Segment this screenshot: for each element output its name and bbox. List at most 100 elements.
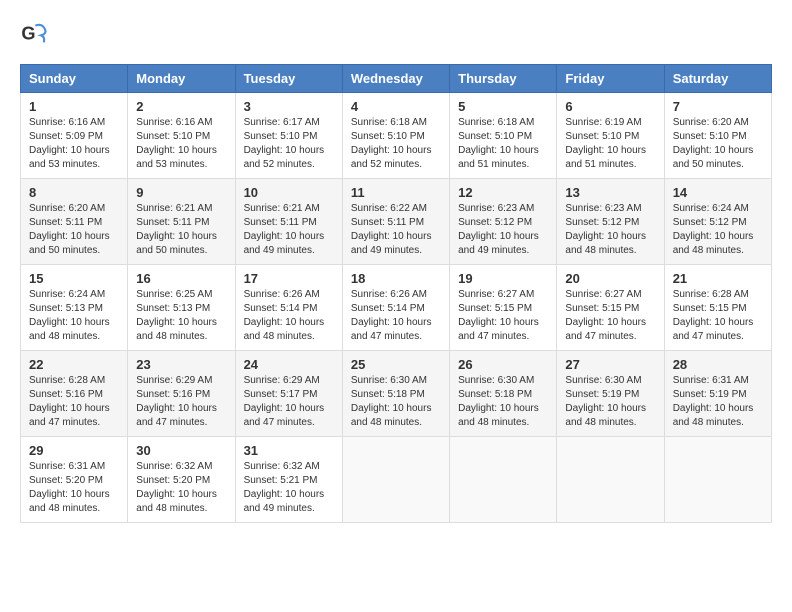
day-info: Sunrise: 6:25 AMSunset: 5:13 PMDaylight:… xyxy=(136,288,226,344)
day-info: Sunrise: 6:27 AMSunset: 5:15 PMDaylight:… xyxy=(458,288,548,344)
day-info: Sunrise: 6:21 AMSunset: 5:11 PMDaylight:… xyxy=(244,202,334,258)
day-number: 29 xyxy=(29,443,119,458)
week-row-4: 22 Sunrise: 6:28 AMSunset: 5:16 PMDayligh… xyxy=(21,351,772,437)
day-info: Sunrise: 6:32 AMSunset: 5:21 PMDaylight:… xyxy=(244,460,334,516)
day-info: Sunrise: 6:22 AMSunset: 5:11 PMDaylight:… xyxy=(351,202,441,258)
day-number: 12 xyxy=(458,185,548,200)
day-info: Sunrise: 6:16 AMSunset: 5:10 PMDaylight:… xyxy=(136,116,226,172)
calendar-cell: 10 Sunrise: 6:21 AMSunset: 5:11 PMDayligh… xyxy=(235,179,342,265)
day-number: 13 xyxy=(565,185,655,200)
day-number: 22 xyxy=(29,357,119,372)
day-number: 15 xyxy=(29,271,119,286)
day-info: Sunrise: 6:26 AMSunset: 5:14 PMDaylight:… xyxy=(244,288,334,344)
weekday-header-friday: Friday xyxy=(557,65,664,93)
weekday-header-tuesday: Tuesday xyxy=(235,65,342,93)
calendar-cell: 28 Sunrise: 6:31 AMSunset: 5:19 PMDayligh… xyxy=(664,351,771,437)
day-info: Sunrise: 6:27 AMSunset: 5:15 PMDaylight:… xyxy=(565,288,655,344)
day-info: Sunrise: 6:19 AMSunset: 5:10 PMDaylight:… xyxy=(565,116,655,172)
day-number: 19 xyxy=(458,271,548,286)
calendar-cell: 19 Sunrise: 6:27 AMSunset: 5:15 PMDayligh… xyxy=(450,265,557,351)
day-info: Sunrise: 6:29 AMSunset: 5:16 PMDaylight:… xyxy=(136,374,226,430)
calendar-cell: 25 Sunrise: 6:30 AMSunset: 5:18 PMDayligh… xyxy=(342,351,449,437)
day-info: Sunrise: 6:20 AMSunset: 5:10 PMDaylight:… xyxy=(673,116,763,172)
day-number: 4 xyxy=(351,99,441,114)
week-row-5: 29 Sunrise: 6:31 AMSunset: 5:20 PMDayligh… xyxy=(21,437,772,523)
page-header: G xyxy=(20,20,772,48)
calendar-cell: 7 Sunrise: 6:20 AMSunset: 5:10 PMDaylight… xyxy=(664,93,771,179)
calendar-cell: 6 Sunrise: 6:19 AMSunset: 5:10 PMDaylight… xyxy=(557,93,664,179)
day-info: Sunrise: 6:16 AMSunset: 5:09 PMDaylight:… xyxy=(29,116,119,172)
calendar-cell: 24Sunrise: 6:29 AMSunset: 5:17 PMDayligh… xyxy=(235,351,342,437)
day-number: 8 xyxy=(29,185,119,200)
calendar-cell: 22 Sunrise: 6:28 AMSunset: 5:16 PMDayligh… xyxy=(21,351,128,437)
calendar-table: SundayMondayTuesdayWednesdayThursdayFrid… xyxy=(20,64,772,523)
calendar-cell: 30Sunrise: 6:32 AMSunset: 5:20 PMDayligh… xyxy=(128,437,235,523)
day-info: Sunrise: 6:31 AMSunset: 5:19 PMDaylight:… xyxy=(673,374,763,430)
day-info: Sunrise: 6:29 AMSunset: 5:17 PMDaylight:… xyxy=(244,374,334,430)
day-number: 9 xyxy=(136,185,226,200)
calendar-cell: 31 Sunrise: 6:32 AMSunset: 5:21 PMDayligh… xyxy=(235,437,342,523)
calendar-cell: 11 Sunrise: 6:22 AMSunset: 5:11 PMDayligh… xyxy=(342,179,449,265)
day-number: 31 xyxy=(244,443,334,458)
week-row-3: 15 Sunrise: 6:24 AMSunset: 5:13 PMDayligh… xyxy=(21,265,772,351)
calendar-cell: 13 Sunrise: 6:23 AMSunset: 5:12 PMDayligh… xyxy=(557,179,664,265)
day-info: Sunrise: 6:17 AMSunset: 5:10 PMDaylight:… xyxy=(244,116,334,172)
logo: G xyxy=(20,20,52,48)
weekday-header-wednesday: Wednesday xyxy=(342,65,449,93)
calendar-cell: 17 Sunrise: 6:26 AMSunset: 5:14 PMDayligh… xyxy=(235,265,342,351)
weekday-header-saturday: Saturday xyxy=(664,65,771,93)
day-number: 16 xyxy=(136,271,226,286)
calendar-cell: 14 Sunrise: 6:24 AMSunset: 5:12 PMDayligh… xyxy=(664,179,771,265)
day-number: 1 xyxy=(29,99,119,114)
day-number: 30 xyxy=(136,443,226,458)
calendar-cell: 27Sunrise: 6:30 AMSunset: 5:19 PMDayligh… xyxy=(557,351,664,437)
day-info: Sunrise: 6:28 AMSunset: 5:16 PMDaylight:… xyxy=(29,374,119,430)
calendar-cell: 1 Sunrise: 6:16 AMSunset: 5:09 PMDaylight… xyxy=(21,93,128,179)
day-number: 20 xyxy=(565,271,655,286)
week-row-2: 8Sunrise: 6:20 AMSunset: 5:11 PMDaylight… xyxy=(21,179,772,265)
day-number: 25 xyxy=(351,357,441,372)
calendar-cell: 3 Sunrise: 6:17 AMSunset: 5:10 PMDaylight… xyxy=(235,93,342,179)
day-number: 23 xyxy=(136,357,226,372)
day-info: Sunrise: 6:30 AMSunset: 5:19 PMDaylight:… xyxy=(565,374,655,430)
day-info: Sunrise: 6:23 AMSunset: 5:12 PMDaylight:… xyxy=(458,202,548,258)
calendar-cell: 23 Sunrise: 6:29 AMSunset: 5:16 PMDayligh… xyxy=(128,351,235,437)
svg-text:G: G xyxy=(21,24,35,44)
day-info: Sunrise: 6:18 AMSunset: 5:10 PMDaylight:… xyxy=(351,116,441,172)
day-number: 28 xyxy=(673,357,763,372)
day-info: Sunrise: 6:26 AMSunset: 5:14 PMDaylight:… xyxy=(351,288,441,344)
calendar-cell: 18 Sunrise: 6:26 AMSunset: 5:14 PMDayligh… xyxy=(342,265,449,351)
calendar-cell xyxy=(664,437,771,523)
weekday-header-sunday: Sunday xyxy=(21,65,128,93)
day-number: 11 xyxy=(351,185,441,200)
calendar-cell: 12 Sunrise: 6:23 AMSunset: 5:12 PMDayligh… xyxy=(450,179,557,265)
calendar-cell: 4 Sunrise: 6:18 AMSunset: 5:10 PMDaylight… xyxy=(342,93,449,179)
day-info: Sunrise: 6:24 AMSunset: 5:13 PMDaylight:… xyxy=(29,288,119,344)
week-row-1: 1 Sunrise: 6:16 AMSunset: 5:09 PMDaylight… xyxy=(21,93,772,179)
weekday-header-monday: Monday xyxy=(128,65,235,93)
day-number: 17 xyxy=(244,271,334,286)
calendar-cell: 29 Sunrise: 6:31 AMSunset: 5:20 PMDayligh… xyxy=(21,437,128,523)
day-info: Sunrise: 6:30 AMSunset: 5:18 PMDaylight:… xyxy=(351,374,441,430)
day-info: Sunrise: 6:24 AMSunset: 5:12 PMDaylight:… xyxy=(673,202,763,258)
weekday-header-row: SundayMondayTuesdayWednesdayThursdayFrid… xyxy=(21,65,772,93)
day-info: Sunrise: 6:21 AMSunset: 5:11 PMDaylight:… xyxy=(136,202,226,258)
day-number: 5 xyxy=(458,99,548,114)
logo-icon: G xyxy=(20,20,48,48)
day-number: 3 xyxy=(244,99,334,114)
calendar-cell xyxy=(450,437,557,523)
calendar-cell: 26Sunrise: 6:30 AMSunset: 5:18 PMDayligh… xyxy=(450,351,557,437)
day-info: Sunrise: 6:30 AMSunset: 5:18 PMDaylight:… xyxy=(458,374,548,430)
day-number: 7 xyxy=(673,99,763,114)
day-number: 6 xyxy=(565,99,655,114)
day-number: 21 xyxy=(673,271,763,286)
day-number: 18 xyxy=(351,271,441,286)
day-info: Sunrise: 6:23 AMSunset: 5:12 PMDaylight:… xyxy=(565,202,655,258)
day-number: 14 xyxy=(673,185,763,200)
day-number: 10 xyxy=(244,185,334,200)
calendar-cell xyxy=(342,437,449,523)
weekday-header-thursday: Thursday xyxy=(450,65,557,93)
calendar-cell xyxy=(557,437,664,523)
calendar-cell: 2Sunrise: 6:16 AMSunset: 5:10 PMDaylight… xyxy=(128,93,235,179)
day-info: Sunrise: 6:31 AMSunset: 5:20 PMDaylight:… xyxy=(29,460,119,516)
